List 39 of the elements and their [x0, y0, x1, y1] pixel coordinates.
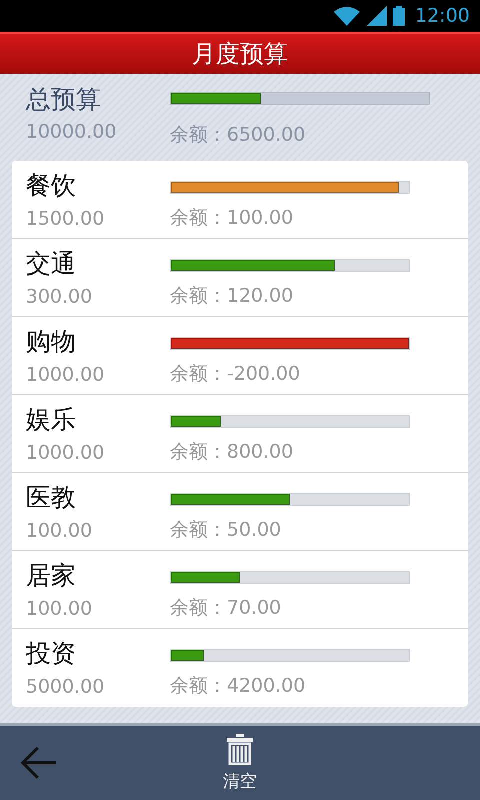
remaining-amount: 余额：6500.00: [170, 123, 307, 148]
category-amount: 1000.00: [26, 363, 106, 388]
remaining-amount: 余额：50.00: [170, 518, 282, 543]
clear-button[interactable]: 清空: [223, 734, 257, 792]
category-amount: 1000.00: [26, 441, 106, 466]
category-row[interactable]: 居家 100.00 余额：70.00: [12, 551, 468, 629]
category-row[interactable]: 餐饮 1500.00 余额：100.00: [12, 161, 468, 239]
category-name: 医教: [26, 482, 77, 514]
category-name: 餐饮: [26, 170, 77, 202]
category-name: 居家: [26, 560, 77, 592]
battery-icon: [393, 6, 406, 26]
category-name: 娱乐: [26, 404, 77, 436]
category-amount: 100.00: [26, 597, 94, 622]
signal-icon: [367, 6, 388, 26]
category-row[interactable]: 医教 100.00 余额：50.00: [12, 473, 468, 551]
category-row[interactable]: 交通 300.00 余额：120.00: [12, 239, 468, 317]
category-amount: 1500.00: [26, 207, 106, 232]
remaining-amount: 余额：120.00: [170, 284, 294, 309]
trash-icon: [226, 734, 254, 766]
category-row[interactable]: 购物 1000.00 余额：-200.00: [12, 317, 468, 395]
category-name: 购物: [26, 326, 77, 358]
category-amount: 300.00: [26, 285, 94, 310]
remaining-amount: 余额：-200.00: [170, 362, 302, 387]
total-budget-label: 总预算: [26, 84, 102, 116]
clock-time: 12:00: [415, 5, 470, 27]
remaining-amount: 余额：70.00: [170, 596, 282, 621]
page-title: 月度预算: [192, 39, 288, 70]
category-row[interactable]: 娱乐 1000.00 余额：800.00: [12, 395, 468, 473]
category-name: 交通: [26, 248, 77, 280]
remaining-amount: 余额：100.00: [170, 206, 294, 231]
back-arrow-icon[interactable]: [20, 746, 58, 780]
category-amount: 5000.00: [26, 675, 106, 700]
total-amount: 10000.00: [26, 120, 118, 145]
remaining-amount: 余额：800.00: [170, 440, 294, 465]
remaining-amount: 余额：4200.00: [170, 674, 307, 699]
wifi-icon: [333, 5, 362, 27]
category-amount: 100.00: [26, 519, 94, 544]
category-name: 投资: [26, 638, 77, 670]
category-row[interactable]: 投资 5000.00 余额：4200.00: [12, 629, 468, 707]
